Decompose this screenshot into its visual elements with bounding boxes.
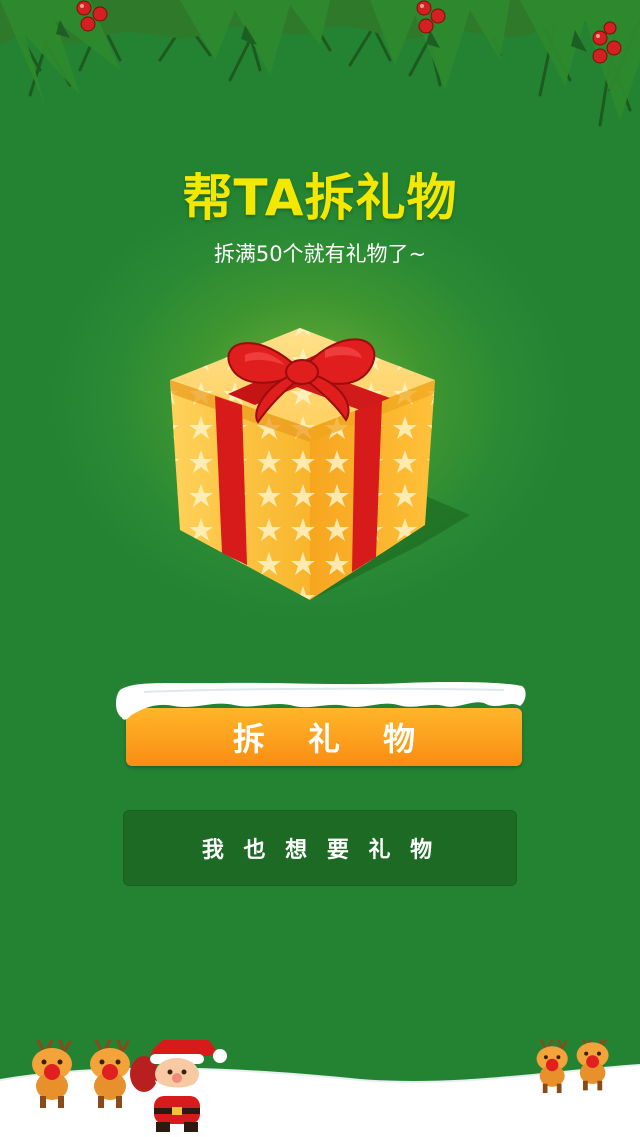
- pine-garland-decoration: [0, 0, 640, 127]
- page-subtitle: 拆满50个就有礼物了~: [213, 242, 427, 266]
- snow-cap-decoration: [116, 682, 526, 720]
- page-title: 帮TA拆礼物: [182, 169, 458, 227]
- snowy-ground-decoration: [0, 1040, 640, 1137]
- gift-box-icon[interactable]: [150, 310, 490, 620]
- want-gift-too-button[interactable]: 我 也 想 要 礼 物: [123, 810, 517, 886]
